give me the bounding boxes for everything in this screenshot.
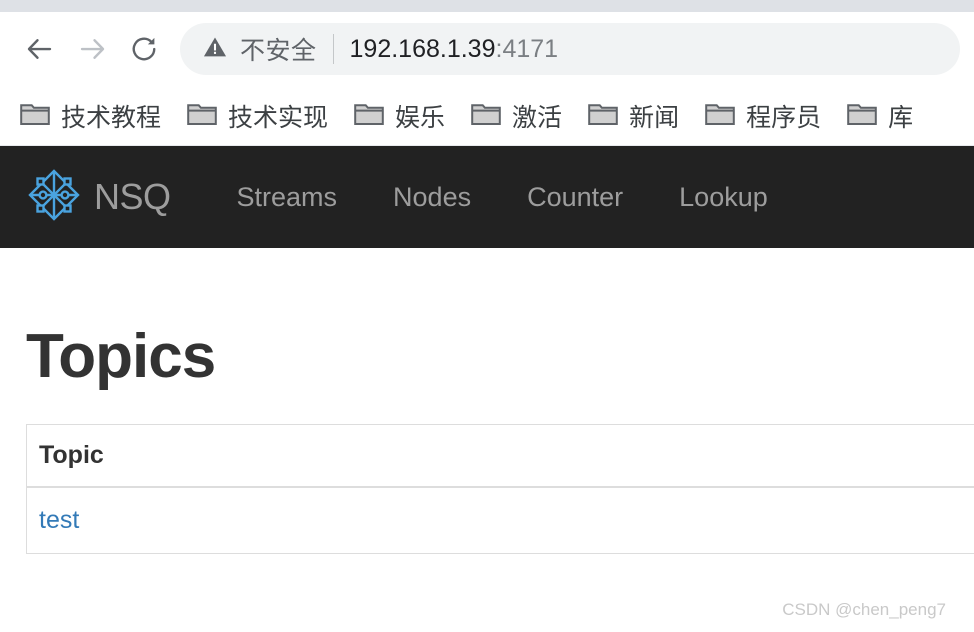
nav-link-counter[interactable]: Counter xyxy=(527,182,623,213)
page-content: Topics Topic test CSDN @chen_peng7 xyxy=(0,248,974,632)
page-title: Topics xyxy=(26,322,216,391)
folder-icon xyxy=(20,101,50,131)
reload-button[interactable] xyxy=(118,23,170,75)
warning-triangle-icon[interactable] xyxy=(202,34,228,65)
nsq-diamond-logo-icon xyxy=(26,167,82,228)
table-row[interactable]: test xyxy=(27,488,974,553)
security-status-label: 不安全 xyxy=(240,37,317,65)
browser-chrome: 不安全 192.168.1.39:4171 技术教程 技术实现 娱乐 激活 新闻… xyxy=(0,0,974,146)
folder-icon xyxy=(354,101,384,131)
bookmark-label: 库 xyxy=(888,103,914,132)
bookmark-label: 技术教程 xyxy=(61,103,162,132)
bookmark-label: 新闻 xyxy=(629,103,680,132)
topic-link[interactable]: test xyxy=(39,506,79,534)
arrow-right-icon xyxy=(77,34,107,64)
bookmark-item[interactable]: 激活 xyxy=(471,98,562,134)
nav-link-lookup[interactable]: Lookup xyxy=(679,182,768,213)
folder-icon xyxy=(588,101,618,131)
bookmark-item[interactable]: 技术教程 xyxy=(20,98,161,134)
bookmark-item[interactable]: 库 xyxy=(847,98,913,134)
bookmark-item[interactable]: 娱乐 xyxy=(354,98,445,134)
url-text: 192.168.1.39:4171 xyxy=(350,35,559,64)
folder-icon xyxy=(187,101,217,131)
bookmark-label: 激活 xyxy=(512,103,563,132)
browser-toolbar: 不安全 192.168.1.39:4171 xyxy=(0,12,974,86)
nsq-navbar: NSQ Streams Nodes Counter Lookup xyxy=(0,146,974,248)
bookmarks-bar: 技术教程 技术实现 娱乐 激活 新闻 程序员 库 xyxy=(0,86,974,146)
watermark: CSDN @chen_peng7 xyxy=(782,600,946,619)
brand-label: NSQ xyxy=(94,176,171,217)
bookmark-label: 娱乐 xyxy=(395,103,446,132)
url-port: :4171 xyxy=(495,34,559,63)
bookmark-label: 程序员 xyxy=(746,103,822,132)
nav-link-streams[interactable]: Streams xyxy=(237,182,338,213)
back-button[interactable] xyxy=(14,23,66,75)
tab-strip xyxy=(0,0,974,12)
bookmark-item[interactable]: 新闻 xyxy=(588,98,679,134)
url-host: 192.168.1.39 xyxy=(349,34,496,63)
column-header-topic: Topic xyxy=(39,441,104,469)
reload-icon xyxy=(129,34,159,64)
omnibox-divider xyxy=(332,34,334,64)
address-bar[interactable]: 不安全 192.168.1.39:4171 xyxy=(180,23,960,75)
bookmark-item[interactable]: 技术实现 xyxy=(187,98,328,134)
bookmark-label: 技术实现 xyxy=(228,103,329,132)
forward-button[interactable] xyxy=(66,23,118,75)
topics-table: Topic test xyxy=(26,424,974,554)
folder-icon xyxy=(705,101,735,131)
table-header-row: Topic xyxy=(27,425,974,488)
brand-home-link[interactable]: NSQ xyxy=(26,167,171,228)
folder-icon xyxy=(847,101,877,131)
arrow-left-icon xyxy=(25,34,55,64)
bookmark-item[interactable]: 程序员 xyxy=(705,98,821,134)
nav-link-nodes[interactable]: Nodes xyxy=(393,182,471,213)
folder-icon xyxy=(471,101,501,131)
